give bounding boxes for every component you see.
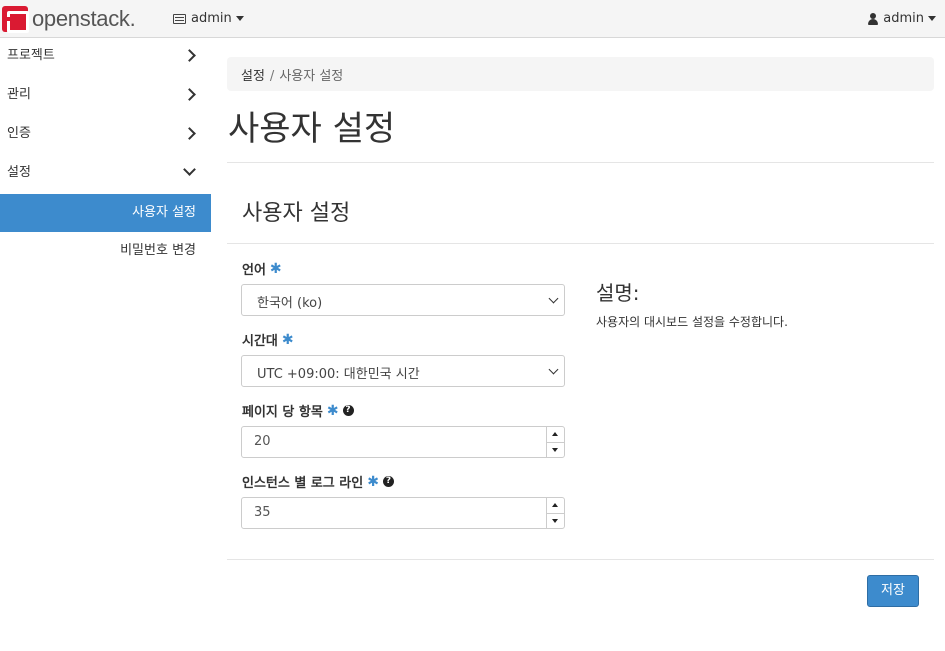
timezone-label-text: 시간대	[242, 334, 278, 349]
caret-down-icon	[235, 16, 244, 21]
logo-text: openstack.	[32, 6, 136, 31]
breadcrumb: 설정 / 사용자 설정	[227, 57, 934, 91]
sidebar-item-label: 프로젝트	[7, 48, 55, 63]
description-text: 사용자의 대시보드 설정을 수정합니다.	[596, 315, 788, 329]
timezone-select[interactable]: UTC +09:00: 대한민국 시간	[241, 355, 565, 387]
openstack-logo[interactable]: openstack.	[2, 5, 136, 33]
save-button[interactable]: 저장	[867, 575, 919, 607]
project-label: admin	[191, 11, 232, 26]
breadcrumb-settings-link[interactable]: 설정	[241, 69, 265, 84]
sidebar-item-label: 설정	[7, 165, 31, 180]
question-circle-icon[interactable]: ?	[382, 476, 394, 487]
spin-up-button[interactable]	[547, 427, 564, 442]
user-label: admin	[883, 11, 924, 26]
chevron-right-icon	[183, 88, 196, 101]
timezone-select-value: UTC +09:00: 대한민국 시간	[257, 367, 420, 382]
divider	[227, 162, 934, 163]
spin-up-button[interactable]	[547, 498, 564, 513]
page-title: 사용자 설정	[228, 109, 396, 149]
pagesize-label: 페이지 당 항목 ✱ ?	[242, 401, 354, 420]
language-select[interactable]: 한국어 (ko)	[241, 284, 565, 316]
breadcrumb-current: 사용자 설정	[279, 69, 344, 84]
spin-down-button[interactable]	[547, 442, 564, 457]
sidebar-item-admin[interactable]: 관리	[0, 77, 211, 116]
user-icon	[868, 12, 879, 25]
loglines-input[interactable]: 35	[241, 497, 565, 529]
sidebar-item-project[interactable]: 프로젝트	[0, 38, 211, 77]
timezone-label: 시간대 ✱	[242, 330, 294, 350]
breadcrumb-separator: /	[269, 69, 275, 84]
pagesize-input-value: 20	[254, 434, 271, 449]
chevron-down-icon	[183, 163, 196, 176]
caret-down-icon	[928, 16, 936, 21]
divider	[227, 559, 934, 560]
user-dropdown[interactable]: admin	[868, 11, 936, 26]
pagesize-input[interactable]: 20	[241, 426, 565, 458]
language-select-value: 한국어 (ko)	[257, 296, 323, 311]
list-icon	[173, 13, 186, 24]
loglines-spinner	[546, 498, 564, 528]
language-label-text: 언어	[242, 263, 266, 278]
sidebar-item-label: 관리	[7, 87, 31, 102]
openstack-logo-icon	[2, 6, 29, 33]
language-label: 언어 ✱	[242, 259, 282, 279]
sidebar-item-settings[interactable]: 설정	[0, 155, 211, 194]
sidebar: 프로젝트 관리 인증 설정 사용자 설정 비밀번호 변경	[0, 38, 211, 270]
divider	[227, 243, 934, 244]
spin-down-button[interactable]	[547, 513, 564, 528]
description-title: 설명:	[596, 281, 640, 305]
required-asterisk-icon: ✱	[367, 473, 379, 490]
required-asterisk-icon: ✱	[326, 402, 339, 419]
loglines-label-text: 인스턴스 별 로그 라인	[242, 476, 364, 491]
sidebar-subitem-user-settings[interactable]: 사용자 설정	[0, 194, 211, 232]
pagesize-label-text: 페이지 당 항목	[242, 405, 323, 420]
project-dropdown[interactable]: admin	[173, 11, 244, 26]
arrow-down-icon	[552, 519, 558, 523]
chevron-down-icon	[548, 293, 559, 304]
top-navbar: openstack. admin admin	[0, 0, 945, 38]
question-circle-icon[interactable]: ?	[342, 405, 354, 416]
arrow-up-icon	[552, 503, 558, 507]
chevron-down-icon	[548, 364, 559, 375]
arrow-up-icon	[552, 432, 558, 436]
required-asterisk-icon: ✱	[269, 260, 282, 277]
loglines-label: 인스턴스 별 로그 라인 ✱ ?	[242, 472, 394, 491]
required-asterisk-icon: ✱	[281, 331, 294, 348]
sidebar-item-label: 인증	[7, 126, 31, 141]
loglines-input-value: 35	[254, 505, 271, 520]
form-title: 사용자 설정	[242, 201, 351, 226]
sidebar-item-identity[interactable]: 인증	[0, 116, 211, 155]
sidebar-subitem-change-password[interactable]: 비밀번호 변경	[0, 232, 211, 270]
arrow-down-icon	[552, 448, 558, 452]
chevron-right-icon	[183, 49, 196, 62]
chevron-right-icon	[183, 127, 196, 140]
pagesize-spinner	[546, 427, 564, 457]
